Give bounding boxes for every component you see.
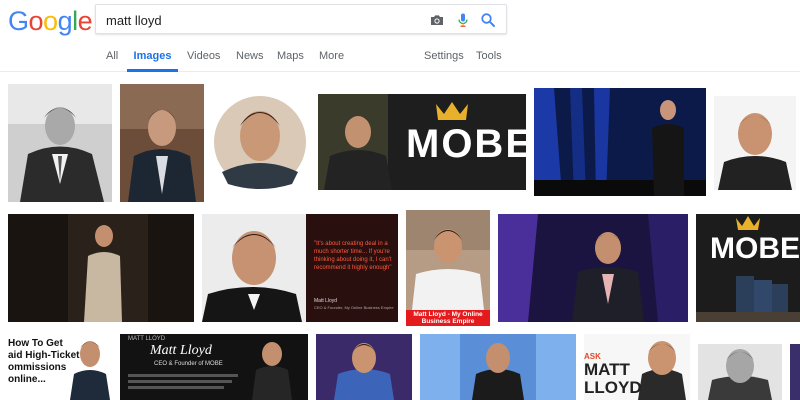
logo-letter: o [43,6,58,36]
headline-line3: ommissions [8,362,67,373]
tab-settings[interactable]: Settings [424,46,464,72]
image-result-dark-stage-speaker[interactable] [8,214,194,322]
logo-letter: o [28,6,44,36]
image-results-grid: MOBE "It's about creating deal in a much… [0,72,800,400]
image-result-purple-stage[interactable] [498,214,688,322]
logo-letter: g [57,6,73,36]
image-result-blue-stage[interactable] [534,88,706,196]
image-result-mobe-product[interactable]: MOBE [696,214,800,322]
search-nav: All Images Videos News Maps More Setting… [0,46,800,72]
search-icon[interactable] [480,12,496,28]
headline-line4: online... [8,374,46,385]
image-caption: Matt Lloyd - My Online Business Empire [413,311,483,325]
image-result-quote-card[interactable]: "It's about creating deal in a much shor… [202,214,398,322]
logo-letter: e [77,6,93,36]
image-result-suit-portrait[interactable] [120,84,204,202]
ask-lloyd-label: LLOYD [584,378,642,397]
tab-maps[interactable]: Maps [277,46,304,72]
headline-line1: How To Get [8,338,63,349]
image-result-blue-window[interactable] [420,334,576,400]
ask-matt-label: MATT [584,360,630,379]
mobe-product-logo-text: MOBE [710,232,800,265]
mobe-logo-text: MOBE [406,122,526,166]
image-result-ceo-card[interactable]: MATT LLOYD Matt Lloyd CEO & Founder of M… [120,334,308,400]
tab-images[interactable]: Images [127,46,178,72]
image-result-mobe-stage[interactable]: MOBE [318,94,526,190]
headline-line2: aid High-Ticket [8,350,80,361]
logo-letter: G [8,6,29,36]
ceo-card-name: Matt Lloyd [150,343,212,358]
search-box[interactable] [95,4,507,34]
image-result-bw-headshot[interactable] [698,344,782,400]
camera-icon[interactable] [429,12,445,28]
image-result-partial-edge[interactable] [790,344,800,400]
mic-icon[interactable] [455,12,471,28]
image-result-circle-headshot[interactable] [212,84,308,202]
quote-role: CEO & Founder, My Online Business Empire [314,305,394,310]
ceo-card-label: MATT LLOYD [128,336,166,342]
quote-name: Matt Lloyd [314,298,338,304]
image-result-mobe-caption[interactable]: Matt Lloyd - My Online Business Empire [406,210,490,326]
tab-news[interactable]: News [236,46,264,72]
google-logo[interactable]: Google [8,6,93,36]
image-result-purple-portrait[interactable] [316,334,412,400]
image-result-smiling-headshot[interactable] [714,96,796,190]
header: Google All Images Videos News Maps More … [0,0,800,72]
ceo-card-role: CEO & Founder of MOBE [154,361,223,367]
quote-text: "It's about creating deal in a much shor… [314,241,392,271]
image-result-high-ticket[interactable]: How To Get aid High-Ticket ommissions on… [8,334,112,400]
image-result-bw-portrait[interactable] [8,84,112,202]
tab-videos[interactable]: Videos [187,46,220,72]
image-result-ask-matt[interactable]: ASK MATT LLOYD [584,334,690,400]
tab-tools[interactable]: Tools [476,46,502,72]
tab-more[interactable]: More [319,46,344,72]
tab-all[interactable]: All [106,46,118,72]
search-input[interactable] [106,10,406,30]
